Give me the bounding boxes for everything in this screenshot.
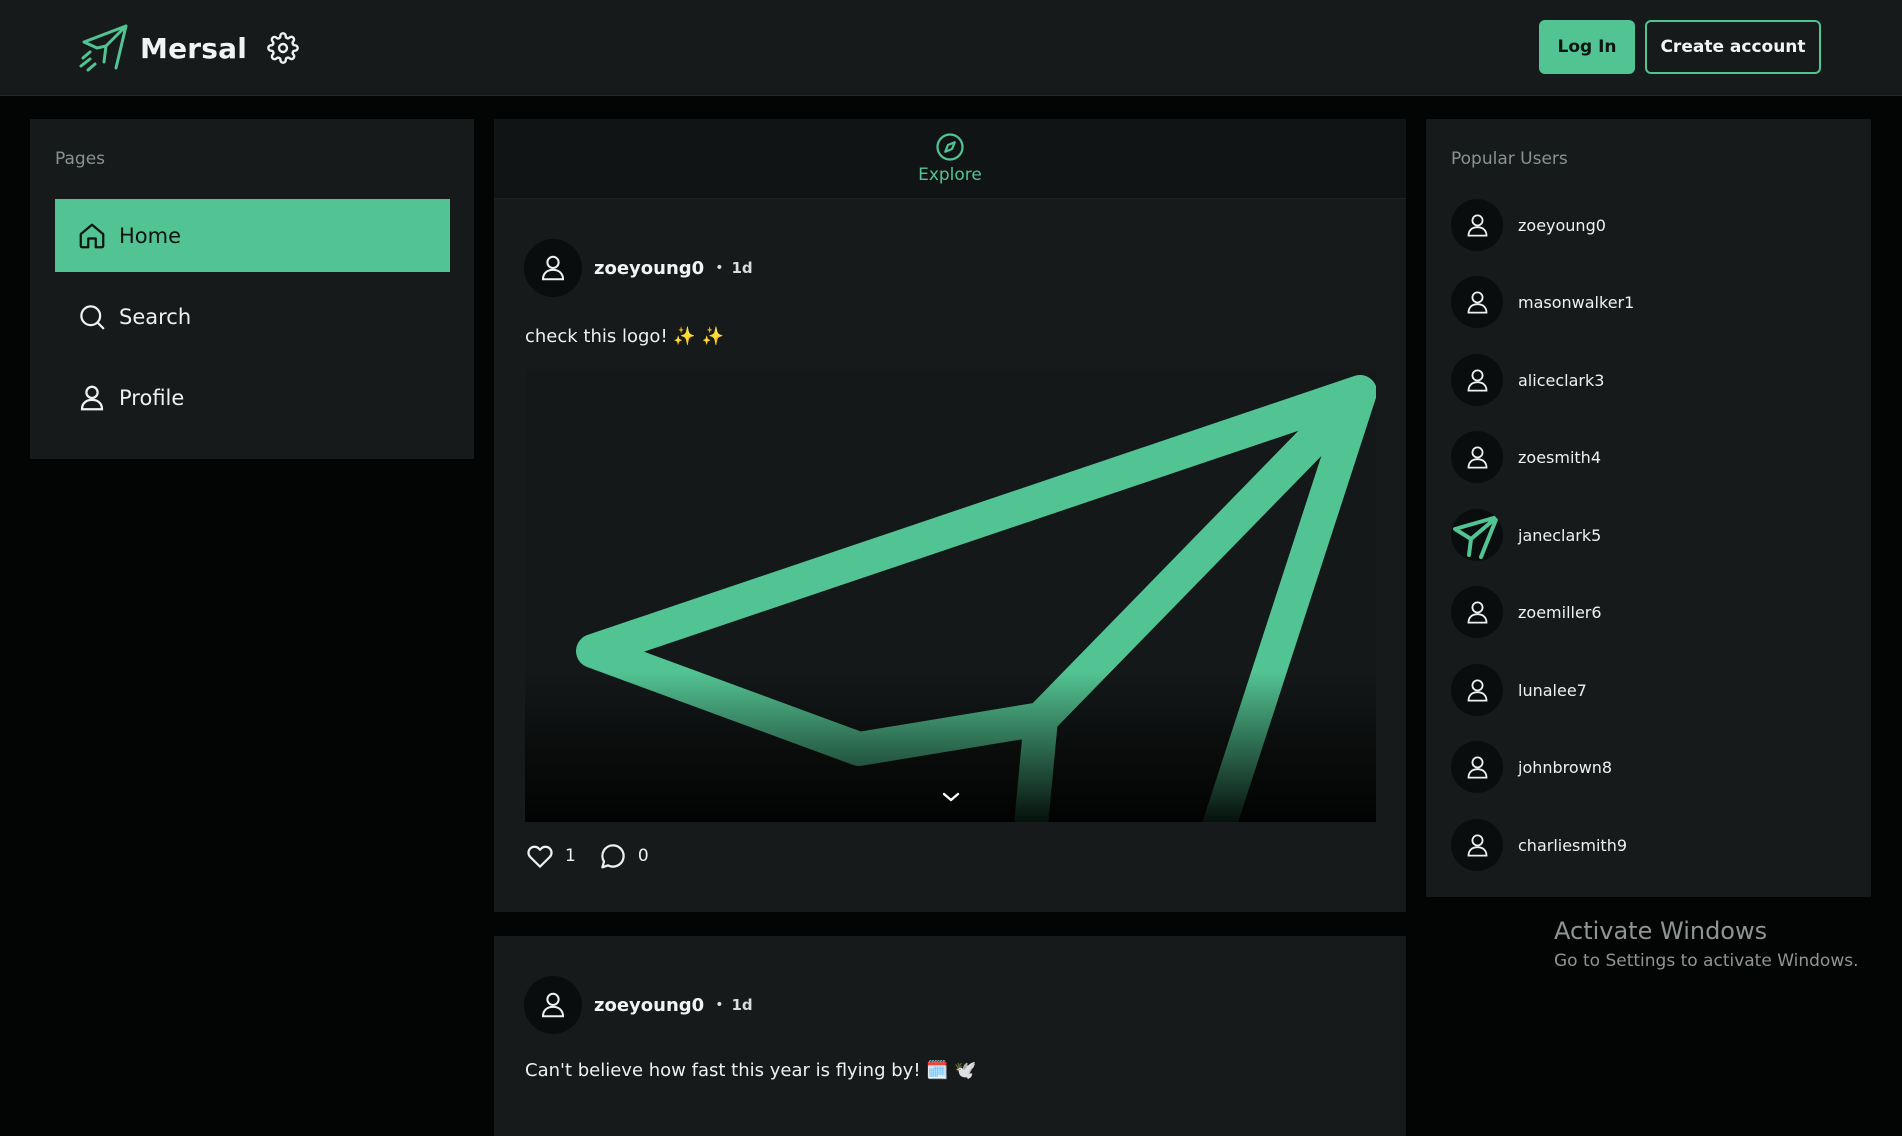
popular-users-panel: Popular Users zoeyoung0 masonwalker1 ali…	[1426, 119, 1871, 897]
user-icon	[1467, 290, 1487, 314]
top-bar: Mersal Log In Create account	[0, 0, 1902, 96]
sidebar-item-label: Profile	[119, 385, 185, 410]
comment-count: 0	[637, 846, 649, 866]
sidebar-item-search[interactable]: Search	[55, 280, 450, 353]
post-timestamp: 1d	[731, 259, 753, 277]
post-card: zoeyoung0 • 1d Can't believe how fast th…	[494, 936, 1406, 1136]
popular-user-item[interactable]: lunalee7	[1451, 662, 1851, 718]
avatar[interactable]	[524, 239, 582, 297]
avatar	[1451, 354, 1503, 406]
avatar	[1451, 199, 1503, 251]
sidebar-item-label: Search	[119, 304, 192, 329]
post-card: zoeyoung0 • 1d check this logo! ✨ ✨ 1 0	[494, 199, 1406, 912]
sidebar-heading: Pages	[55, 149, 106, 169]
post-timestamp: 1d	[731, 996, 753, 1014]
user-icon	[541, 255, 565, 281]
comment-button[interactable]: 0	[598, 841, 649, 871]
avatar	[1451, 819, 1503, 871]
login-button[interactable]: Log In	[1539, 20, 1635, 74]
username: aliceclark3	[1518, 370, 1605, 390]
popular-user-item[interactable]: zoeyoung0	[1451, 197, 1851, 253]
username: charliesmith9	[1518, 835, 1628, 855]
gear-icon[interactable]	[267, 32, 299, 64]
user-icon	[1467, 833, 1487, 857]
post-image[interactable]	[525, 369, 1376, 822]
user-icon	[1467, 213, 1487, 237]
separator-dot: •	[715, 997, 724, 1013]
sidebar-item-profile[interactable]: Profile	[55, 361, 450, 434]
avatar	[1451, 741, 1503, 793]
popular-user-item[interactable]: zoemiller6	[1451, 584, 1851, 640]
user-icon	[541, 992, 565, 1018]
post-header: zoeyoung0 • 1d	[524, 239, 753, 297]
popular-user-item[interactable]: masonwalker1	[1451, 274, 1851, 330]
like-button[interactable]: 1	[525, 841, 576, 871]
app-name: Mersal	[140, 31, 248, 65]
activate-windows-watermark: Activate Windows Go to Settings to activ…	[1554, 917, 1859, 971]
panel-heading: Popular Users	[1451, 149, 1568, 169]
paper-plane-logo-icon	[79, 24, 128, 72]
watermark-subtitle: Go to Settings to activate Windows.	[1554, 951, 1859, 971]
paper-plane-logo-icon	[1453, 515, 1499, 559]
post-text: Can't believe how fast this year is flyi…	[525, 1060, 977, 1081]
post-username[interactable]: zoeyoung0	[594, 258, 704, 279]
like-count: 1	[565, 846, 576, 866]
avatar	[1451, 586, 1503, 638]
username: zoesmith4	[1518, 447, 1601, 467]
username: masonwalker1	[1518, 292, 1635, 312]
create-account-button[interactable]: Create account	[1645, 20, 1821, 74]
avatar[interactable]	[524, 976, 582, 1034]
compass-icon	[936, 133, 964, 161]
user-icon	[1467, 678, 1487, 702]
popular-user-item[interactable]: zoesmith4	[1451, 429, 1851, 485]
sidebar-item-label: Home	[119, 223, 182, 248]
popular-user-item[interactable]: aliceclark3	[1451, 352, 1851, 408]
heart-icon	[527, 845, 553, 868]
comment-icon	[601, 844, 625, 869]
post-text: check this logo! ✨ ✨	[525, 326, 724, 347]
user-icon	[80, 385, 104, 410]
user-icon	[1467, 368, 1487, 392]
tab-label: Explore	[918, 165, 982, 185]
brand[interactable]: Mersal	[78, 20, 299, 76]
tab-explore[interactable]: Explore	[494, 119, 1406, 199]
post-header: zoeyoung0 • 1d	[524, 976, 753, 1034]
popular-user-item[interactable]: janeclark5	[1451, 507, 1851, 563]
post-username[interactable]: zoeyoung0	[594, 995, 704, 1016]
sidebar-item-home[interactable]: Home	[55, 199, 450, 272]
home-icon	[79, 223, 105, 248]
avatar	[1451, 664, 1503, 716]
username: johnbrown8	[1518, 757, 1613, 777]
watermark-title: Activate Windows	[1554, 917, 1768, 945]
post-actions: 1 0	[525, 841, 671, 871]
user-icon	[1467, 755, 1487, 779]
avatar	[1451, 276, 1503, 328]
pages-sidebar: Pages Home Search Profile	[30, 119, 474, 459]
user-icon	[1467, 600, 1487, 624]
chevron-down-icon[interactable]	[933, 784, 969, 810]
username: zoemiller6	[1518, 602, 1602, 622]
avatar	[1451, 509, 1503, 561]
popular-user-item[interactable]: charliesmith9	[1451, 817, 1851, 873]
search-icon	[80, 304, 105, 329]
username: lunalee7	[1518, 680, 1587, 700]
popular-user-item[interactable]: johnbrown8	[1451, 739, 1851, 795]
separator-dot: •	[715, 260, 724, 276]
avatar	[1451, 431, 1503, 483]
username: zoeyoung0	[1518, 215, 1606, 235]
user-icon	[1467, 445, 1487, 469]
username: janeclark5	[1518, 525, 1602, 545]
